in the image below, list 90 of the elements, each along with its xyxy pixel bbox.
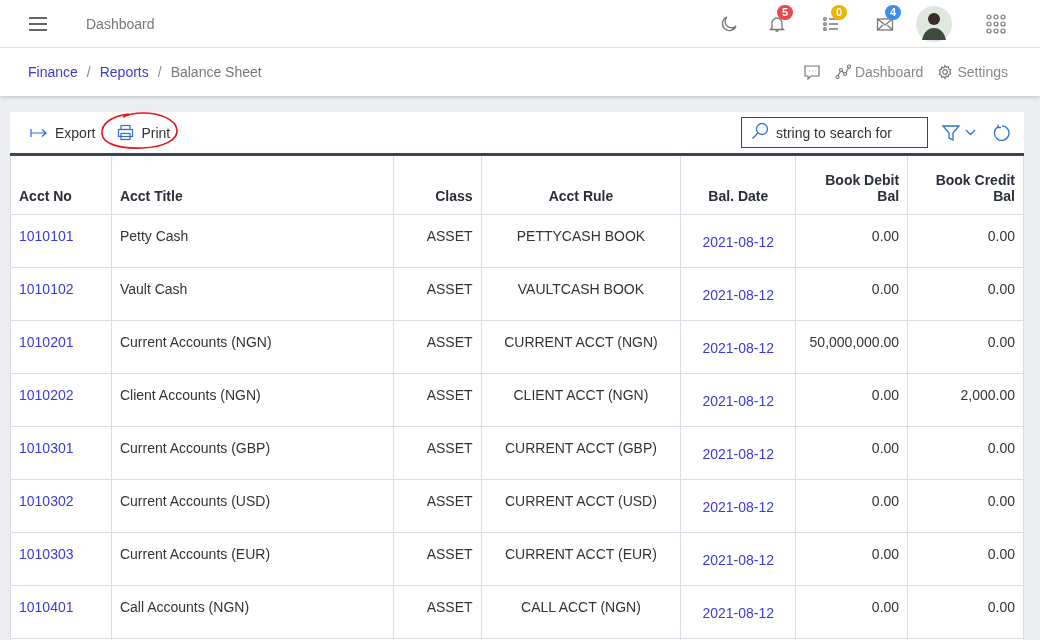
table-cell-text: 0.00: [987, 334, 1015, 352]
list-icon[interactable]: [822, 14, 840, 33]
line-chart-icon: [834, 64, 851, 80]
table-cell-text: 0.00: [987, 440, 1015, 458]
breadcrumb-separator: /: [157, 64, 162, 80]
table-cell-text: 0.00: [871, 493, 900, 511]
filter-icon[interactable]: [942, 123, 978, 142]
column-header: Acct Rule: [548, 188, 614, 204]
count-badge: 5: [777, 4, 794, 20]
table-cell-text: CLIENT ACCT (NGN): [513, 387, 649, 405]
table-cell-text: 0.00: [871, 228, 900, 246]
apps-grid-icon[interactable]: [986, 13, 1006, 34]
moon-icon[interactable]: [720, 14, 738, 33]
printer-icon: [117, 124, 135, 141]
export-button[interactable]: Export: [26, 122, 100, 143]
account-link[interactable]: 1010401: [19, 599, 74, 638]
table-cell-text: 0.00: [871, 599, 900, 617]
table-cell-text: Call Accounts (NGN): [119, 599, 250, 617]
table-cell-text: PETTYCASH BOOK: [516, 228, 646, 246]
column-header: Book Debit Bal: [824, 172, 900, 204]
avatar[interactable]: [916, 5, 952, 42]
table-cell-text: 0.00: [871, 281, 900, 299]
table-cell-text: ASSET: [426, 334, 473, 352]
account-link[interactable]: 1010102: [19, 281, 74, 320]
table-cell-text: ASSET: [426, 493, 473, 511]
table-cell-text: 0.00: [987, 281, 1015, 299]
breadcrumb[interactable]: Reports: [99, 64, 149, 80]
table-cell-text: ASSET: [426, 228, 473, 246]
date-link[interactable]: 2021-08-12: [702, 287, 775, 320]
table-cell-text: Petty Cash: [119, 228, 189, 246]
table-cell-text: 0.00: [871, 440, 900, 458]
comment-icon[interactable]: [802, 63, 821, 81]
table-cell-text: Client Accounts (NGN): [119, 387, 261, 405]
date-link[interactable]: 2021-08-12: [702, 499, 775, 532]
column-header: Class: [435, 188, 473, 204]
count-badge: 0: [831, 4, 848, 20]
search-field[interactable]: string to search for: [741, 117, 928, 148]
date-link[interactable]: 2021-08-12: [702, 605, 775, 638]
column-header: Acct Title: [119, 188, 183, 204]
table-cell-text: Current Accounts (USD): [119, 493, 271, 511]
table-cell-text: VAULTCASH BOOK: [517, 281, 645, 299]
arrow-right-icon: [30, 127, 48, 138]
breadcrumb: Balance Sheet: [170, 64, 262, 80]
table-cell-text: ASSET: [426, 546, 473, 564]
table-cell-text: 2,000.00: [960, 387, 1015, 405]
print-button[interactable]: Print: [113, 122, 175, 143]
table-cell-text: Current Accounts (NGN): [119, 334, 272, 352]
table-cell-text: CURRENT ACCT (GBP): [504, 440, 657, 458]
column-header: Bal. Date: [708, 188, 769, 204]
count-badge: 4: [885, 4, 902, 20]
table-cell-text: 0.00: [987, 599, 1015, 617]
table-cell-text: CURRENT ACCT (USD): [504, 493, 657, 511]
table-cell-text: Vault Cash: [119, 281, 188, 299]
account-link[interactable]: 1010301: [19, 440, 74, 479]
table-cell-text: CURRENT ACCT (EUR): [504, 546, 657, 564]
account-link[interactable]: 1010101: [19, 228, 74, 267]
date-link[interactable]: 2021-08-12: [702, 393, 775, 426]
table-cell-text: 0.00: [987, 228, 1015, 246]
table-cell-text: ASSET: [426, 281, 473, 299]
account-link[interactable]: 1010201: [19, 334, 74, 373]
gear-icon: [937, 64, 954, 80]
breadcrumb[interactable]: Finance: [28, 64, 78, 80]
dashboard-link[interactable]: Dashboard: [834, 64, 924, 80]
date-link[interactable]: 2021-08-12: [702, 340, 775, 373]
page-title: Dashboard: [86, 15, 155, 32]
table-cell-text: Current Accounts (EUR): [119, 546, 271, 564]
table-cell-text: 0.00: [871, 546, 900, 564]
bell-icon[interactable]: [768, 14, 786, 33]
breadcrumb-separator: /: [86, 64, 91, 80]
table-cell-text: 0.00: [987, 546, 1015, 564]
date-link[interactable]: 2021-08-12: [702, 446, 775, 479]
date-link[interactable]: 2021-08-12: [702, 552, 775, 585]
account-link[interactable]: 1010302: [19, 493, 74, 532]
table-cell-text: ASSET: [426, 387, 473, 405]
table-cell-text: CURRENT ACCT (NGN): [504, 334, 658, 352]
account-link[interactable]: 1010202: [19, 387, 74, 426]
account-link[interactable]: 1010303: [19, 546, 74, 585]
table-cell-text: ASSET: [426, 599, 473, 617]
table-cell-text: 50,000,000.00: [809, 334, 900, 352]
column-header: Acct No: [19, 188, 72, 204]
menu-icon[interactable]: [28, 15, 48, 32]
settings-link[interactable]: Settings: [937, 64, 1008, 80]
date-link[interactable]: 2021-08-12: [702, 234, 775, 267]
table-cell-text: ASSET: [426, 440, 473, 458]
table-cell-text: Current Accounts (GBP): [119, 440, 271, 458]
table-cell-text: 0.00: [987, 493, 1015, 511]
column-header: Book Credit Bal: [934, 172, 1015, 204]
table-cell-text: 0.00: [871, 387, 900, 405]
refresh-icon[interactable]: [992, 123, 1010, 142]
table-cell-text: CALL ACCT (NGN): [521, 599, 641, 617]
